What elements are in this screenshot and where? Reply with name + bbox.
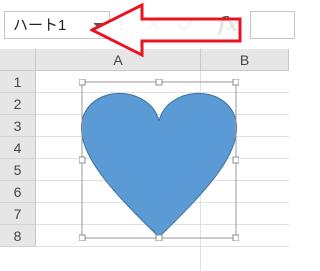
arrow-left-icon (90, 3, 242, 58)
row-header-1[interactable]: 1 (0, 71, 36, 93)
resize-handle-right (232, 156, 239, 164)
row-header-5[interactable]: 5 (0, 159, 36, 181)
resize-handle-top-left (79, 79, 86, 86)
select-all-corner[interactable] (0, 49, 36, 71)
heart-shape[interactable] (79, 79, 239, 241)
name-box-value: ハート1 (13, 17, 67, 34)
resize-handle-bottom (155, 234, 163, 241)
resize-handle-top-right (232, 79, 239, 86)
resize-handle-left (79, 156, 86, 164)
formula-input[interactable] (250, 11, 295, 39)
row-header-7[interactable]: 7 (0, 203, 36, 225)
row-header-6[interactable]: 6 (0, 181, 36, 203)
resize-handle-top (155, 79, 163, 86)
resize-handle-bottom-left (79, 234, 86, 241)
row-header-2[interactable]: 2 (0, 93, 36, 115)
row-header-8[interactable]: 8 (0, 225, 36, 247)
heart-body (80, 93, 238, 238)
resize-handle-bottom-right (232, 234, 239, 241)
row-header-3[interactable]: 3 (0, 115, 36, 137)
row-header-4[interactable]: 4 (0, 137, 36, 159)
